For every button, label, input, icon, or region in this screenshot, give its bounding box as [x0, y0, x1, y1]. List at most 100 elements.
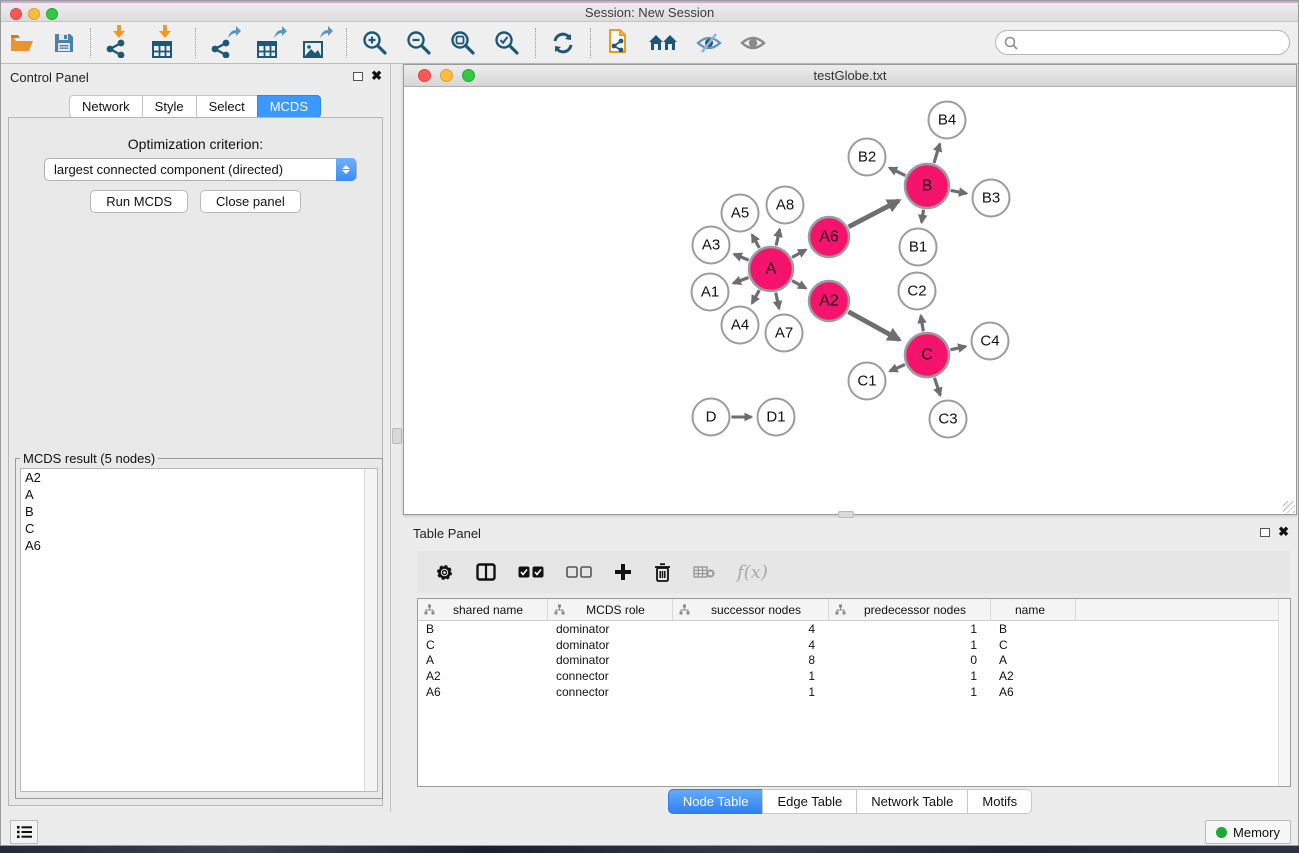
mcds-result-item[interactable]: A [21, 486, 377, 503]
node-A8[interactable]: A8 [767, 187, 804, 224]
edge-A-A7[interactable] [776, 293, 779, 309]
node-D1[interactable]: D1 [758, 399, 795, 436]
node-A3[interactable]: A3 [693, 227, 730, 264]
edge-A-A4[interactable] [752, 290, 759, 303]
edge-B-B1[interactable] [922, 210, 924, 223]
table-row[interactable]: Cdominator41C [418, 637, 1290, 653]
select-all-button[interactable] [518, 566, 544, 578]
edge-C-C4[interactable] [950, 346, 965, 349]
vertical-divider-handle[interactable] [392, 428, 402, 444]
node-table[interactable]: shared nameMCDS rolesuccessor nodesprede… [417, 598, 1291, 787]
add-row-button[interactable] [614, 563, 632, 581]
export-table-button[interactable] [248, 25, 294, 61]
cell-MCDS-role[interactable]: dominator [548, 653, 673, 667]
delete-row-button[interactable] [654, 563, 671, 582]
cell-predecessor-nodes[interactable]: 1 [829, 622, 991, 636]
table-scrollbar[interactable] [1278, 599, 1290, 786]
network-from-file-button[interactable] [597, 25, 639, 61]
node-C[interactable]: C [905, 333, 949, 377]
cell-shared-name[interactable]: A6 [418, 685, 548, 699]
network-graph[interactable]: B4B2BB3B1A5A8A6A3AA1C2A2A4A7C4CC1C3DD1 [404, 87, 1296, 514]
zoom-in-button[interactable] [353, 25, 397, 61]
export-network-button[interactable] [202, 25, 248, 61]
home-networks-button[interactable] [639, 25, 687, 61]
table-row[interactable]: Bdominator41B [418, 621, 1290, 637]
edge-A-A6[interactable] [792, 250, 806, 258]
cell-shared-name[interactable]: A2 [418, 669, 548, 683]
close-panel-icon[interactable]: ✖ [371, 71, 382, 81]
tab-edge-table[interactable]: Edge Table [762, 789, 856, 814]
node-C3[interactable]: C3 [930, 401, 967, 438]
cell-shared-name[interactable]: B [418, 622, 548, 636]
zoom-out-button[interactable] [397, 25, 441, 61]
node-A5[interactable]: A5 [722, 195, 759, 232]
export-image-button[interactable] [294, 25, 340, 61]
cell-shared-name[interactable]: C [418, 638, 548, 652]
mcds-result-item[interactable]: A6 [21, 537, 377, 554]
tab-motifs[interactable]: Motifs [967, 789, 1032, 814]
edge-A6-B[interactable] [849, 201, 899, 227]
float-table-panel-icon[interactable] [1260, 528, 1270, 537]
cell-predecessor-nodes[interactable]: 1 [829, 685, 991, 699]
mcds-result-list[interactable]: A2ABCA6 [20, 468, 378, 792]
cell-MCDS-role[interactable]: dominator [548, 638, 673, 652]
cell-predecessor-nodes[interactable]: 0 [829, 653, 991, 667]
table-row[interactable]: A2connector11A2 [418, 668, 1290, 684]
table-row[interactable]: A6connector11A6 [418, 684, 1290, 700]
tab-node-table[interactable]: Node Table [668, 789, 763, 814]
horizontal-divider-handle[interactable] [838, 511, 854, 518]
node-A7[interactable]: A7 [766, 315, 803, 352]
node-C4[interactable]: C4 [972, 323, 1009, 360]
refresh-button[interactable] [542, 25, 584, 61]
delete-table-button[interactable] [693, 565, 715, 579]
node-C2[interactable]: C2 [899, 273, 936, 310]
edge-A-A8[interactable] [776, 229, 780, 245]
run-mcds-button[interactable]: Run MCDS [90, 190, 188, 213]
node-B3[interactable]: B3 [973, 180, 1010, 217]
close-panel-button[interactable]: Close panel [200, 190, 301, 213]
node-B[interactable]: B [905, 164, 949, 208]
edge-C-C1[interactable] [890, 365, 905, 372]
edge-B-B2[interactable] [889, 168, 905, 176]
cell-name[interactable]: A2 [991, 669, 1076, 683]
table-row[interactable]: Adominator80A [418, 652, 1290, 668]
cell-predecessor-nodes[interactable]: 1 [829, 669, 991, 683]
cell-name[interactable]: A [991, 653, 1076, 667]
task-history-button[interactable] [10, 820, 38, 844]
cell-name[interactable]: A6 [991, 685, 1076, 699]
save-session-button[interactable] [44, 25, 84, 61]
node-A[interactable]: A [749, 247, 793, 291]
cell-name[interactable]: B [991, 622, 1076, 636]
column-header-MCDS-role[interactable]: MCDS role [548, 599, 673, 620]
tab-network[interactable]: Network [69, 95, 142, 118]
cell-name[interactable]: C [991, 638, 1076, 652]
column-layout-button[interactable] [476, 563, 496, 581]
import-network-button[interactable] [97, 25, 143, 61]
column-header-predecessor-nodes[interactable]: predecessor nodes [829, 599, 991, 620]
cell-predecessor-nodes[interactable]: 1 [829, 638, 991, 652]
cell-MCDS-role[interactable]: connector [548, 685, 673, 699]
float-panel-icon[interactable] [353, 72, 363, 81]
node-A1[interactable]: A1 [692, 274, 729, 311]
import-table-button[interactable] [143, 25, 189, 61]
node-A4[interactable]: A4 [722, 307, 759, 344]
edge-A-A5[interactable] [752, 235, 759, 248]
zoom-fit-button[interactable] [441, 25, 485, 61]
mcds-result-item[interactable]: B [21, 503, 377, 520]
cell-shared-name[interactable]: A [418, 653, 548, 667]
cell-successor-nodes[interactable]: 1 [673, 669, 829, 683]
tab-style[interactable]: Style [142, 95, 196, 118]
edge-A2-C[interactable] [848, 312, 899, 340]
column-header-shared-name[interactable]: shared name [418, 599, 548, 620]
edge-B-B4[interactable] [934, 144, 940, 163]
table-settings-button[interactable] [435, 563, 454, 582]
zoom-selected-button[interactable] [485, 25, 529, 61]
open-file-button[interactable] [0, 25, 44, 61]
edge-B-B3[interactable] [951, 190, 967, 193]
mcds-result-item[interactable]: A2 [21, 469, 377, 486]
memory-button[interactable]: Memory [1205, 820, 1291, 844]
node-B1[interactable]: B1 [900, 229, 937, 266]
edge-A-A1[interactable] [733, 277, 748, 283]
close-table-panel-icon[interactable]: ✖ [1278, 527, 1289, 537]
node-A2[interactable]: A2 [809, 281, 849, 321]
